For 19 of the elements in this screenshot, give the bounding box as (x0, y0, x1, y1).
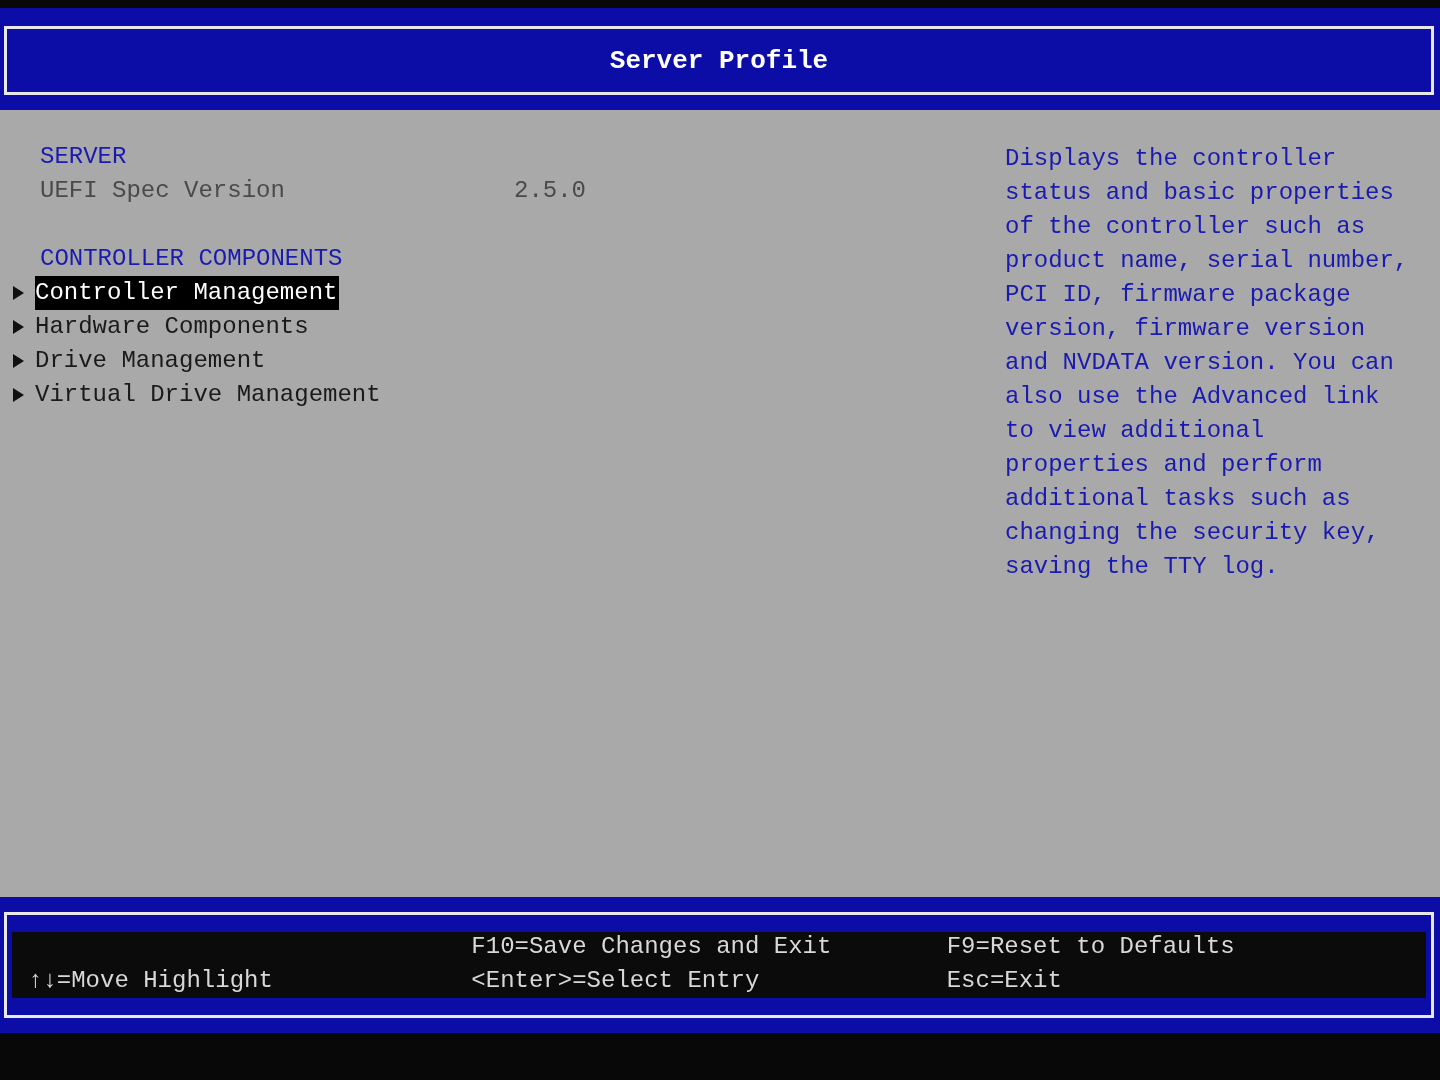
section-heading: SERVER (39, 142, 128, 172)
triangle-icon (13, 354, 24, 368)
field-label: UEFI Spec Version (40, 176, 286, 206)
menu-item[interactable]: Virtual Drive Management (35, 378, 383, 412)
menu-item[interactable]: Drive Management (35, 344, 268, 378)
key-hint: F10=Save Changes and Exit (471, 932, 833, 962)
triangle-icon (13, 388, 24, 402)
key-hint: F9=Reset to Defaults (946, 932, 1236, 962)
menu-item[interactable]: Controller Management (35, 276, 340, 310)
triangle-icon (13, 286, 24, 300)
triangle-icon (13, 320, 24, 334)
screen-title: Server Profile (609, 44, 829, 78)
section-heading: CONTROLLER COMPONENTS (39, 244, 344, 274)
key-hint: ↑↓=Move Highlight (28, 966, 274, 996)
key-hint: Esc=Exit (946, 966, 1063, 996)
help-text: Displays the controller status and basic properties of the controller such as product name, serial number, PCI ID, firmware package version, firmware version and NVDATA version. You can also use the Advanced link to view additional properties and perform additional tasks such as changing the security key, saving the TTY log. (1005, 144, 1410, 582)
field-value: 2.5.0 (514, 176, 586, 206)
key-hint: <Enter>=Select Entry (471, 966, 761, 996)
menu-item[interactable]: Hardware Components (35, 310, 311, 344)
